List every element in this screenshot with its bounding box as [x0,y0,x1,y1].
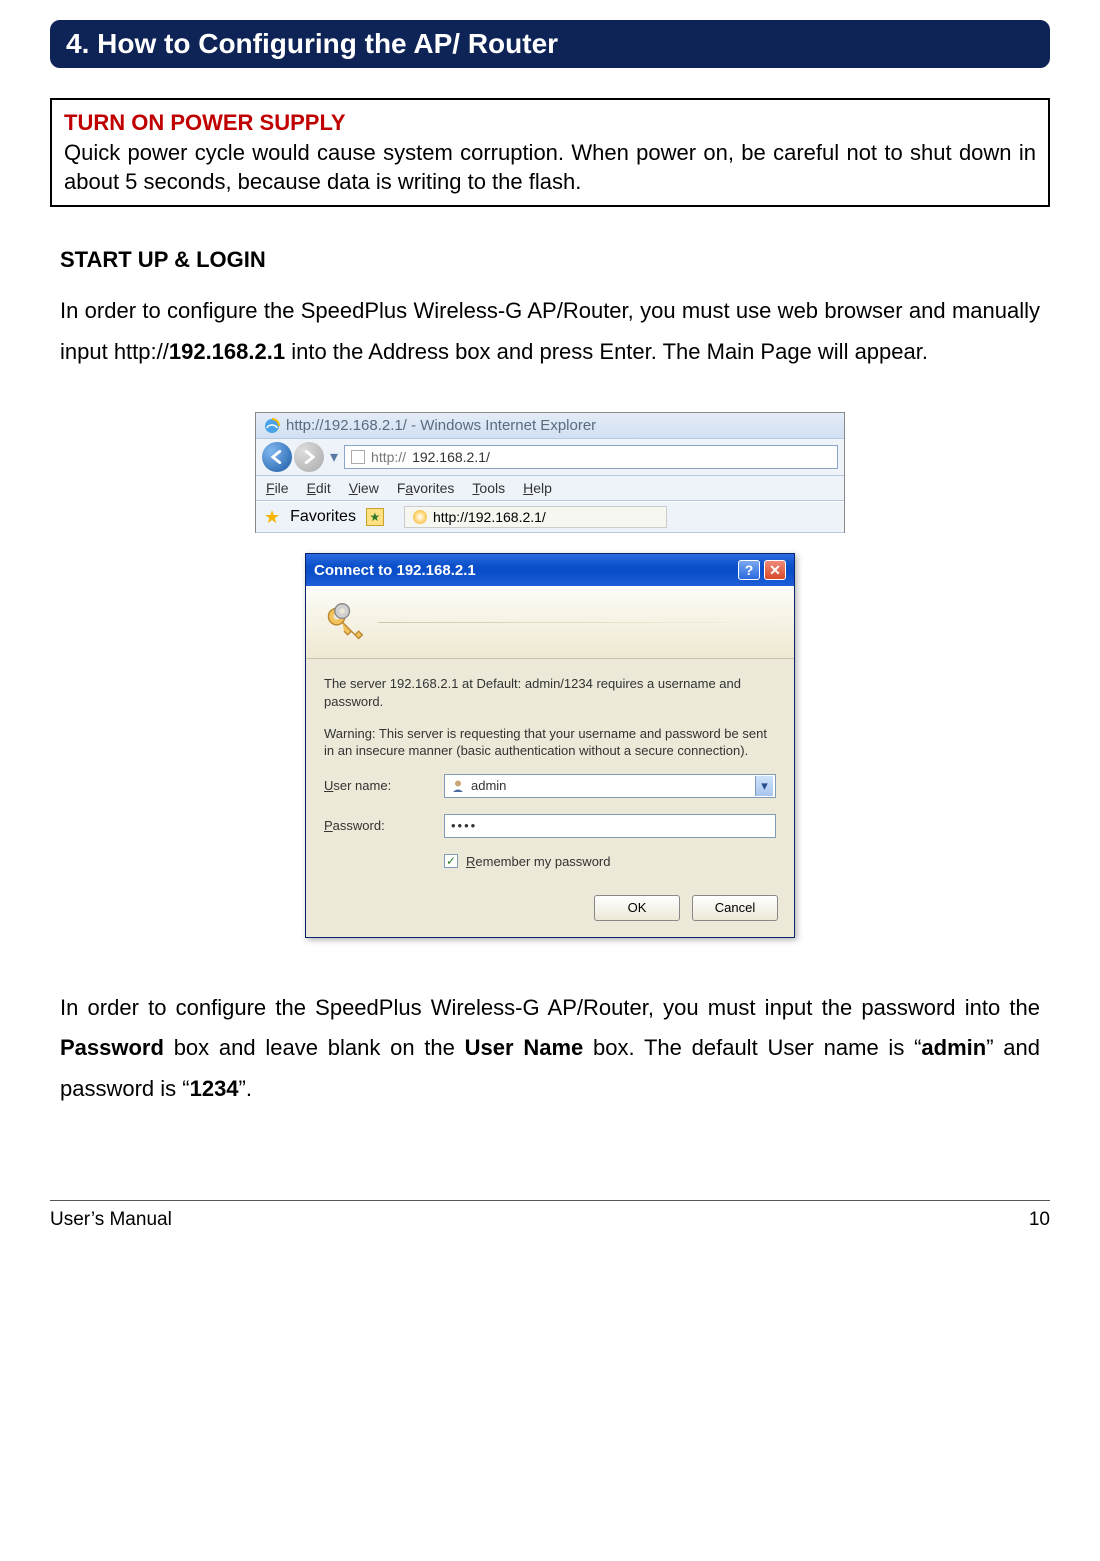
window-titlebar: http://192.168.2.1/ - Windows Internet E… [256,413,844,438]
screenshot-container: http://192.168.2.1/ - Windows Internet E… [60,412,1040,937]
back-button[interactable] [262,442,292,472]
banner-divider [378,622,778,623]
footer-divider [50,1200,1050,1201]
remember-row: ✓ Remember my password [444,854,776,869]
dropdown-arrow-icon[interactable]: ▾ [755,776,773,796]
page-icon [351,450,365,464]
ok-button[interactable]: OK [594,895,680,921]
person-icon [451,779,465,793]
chevron-down-icon[interactable]: ▾ [330,447,338,467]
dialog-body: The server 192.168.2.1 at Default: admin… [306,659,794,894]
menu-view[interactable]: View [349,480,379,496]
paragraph-intro: In order to configure the SpeedPlus Wire… [60,291,1040,372]
remember-label: Remember my password [466,854,611,869]
dialog-titlebar: Connect to 192.168.2.1 ? ✕ [306,554,794,586]
menu-tools[interactable]: Tools [472,480,505,496]
p2-password-bold: Password [60,1035,164,1060]
menu-bar: File Edit View Favorites Tools Help [256,476,844,501]
favorites-label: Favorites [290,508,356,526]
p2-admin-bold: admin [921,1035,986,1060]
username-value: admin [471,778,506,793]
nav-buttons [262,442,324,472]
address-value: 192.168.2.1/ [412,449,490,465]
username-label: User name: [324,778,444,793]
page-footer: User’s Manual 10 [50,1200,1050,1231]
warning-title: TURN ON POWER SUPPLY [64,108,1036,138]
arrow-left-icon [270,450,284,464]
browser-screenshot: http://192.168.2.1/ - Windows Internet E… [255,412,845,937]
star-icon[interactable]: ★ [264,507,280,528]
warning-box: TURN ON POWER SUPPLY Quick power cycle w… [50,98,1050,207]
dialog-message-2: Warning: This server is requesting that … [324,725,776,760]
menu-help[interactable]: Help [523,480,552,496]
remember-checkbox[interactable]: ✓ [444,854,458,868]
nav-toolbar: ▾ http:// 192.168.2.1/ [256,438,844,476]
para1-part-b: into the Address box and press Enter. Th… [285,339,928,364]
footer-left: User’s Manual [50,1209,172,1231]
dialog-title-text: Connect to 192.168.2.1 [314,562,476,579]
menu-edit[interactable]: Edit [307,480,331,496]
arrow-right-icon [302,450,316,464]
browser-chrome: http://192.168.2.1/ - Windows Internet E… [255,412,845,533]
p2-e: ”. [239,1076,252,1101]
password-row: Password: •••• [324,814,776,838]
password-label: Password: [324,818,444,833]
address-bar[interactable]: http:// 192.168.2.1/ [344,445,838,469]
address-prefix: http:// [371,449,406,465]
auth-dialog: Connect to 192.168.2.1 ? ✕ [305,553,795,937]
tab-label: http://192.168.2.1/ [433,509,546,525]
paragraph-credentials: In order to configure the SpeedPlus Wire… [60,988,1040,1110]
p2-a: In order to configure the SpeedPlus Wire… [60,995,1040,1020]
dialog-button-row: OK Cancel [306,895,794,937]
ip-address-text: 192.168.2.1 [169,339,285,364]
p2-username-bold: User Name [465,1035,584,1060]
window-title-text: http://192.168.2.1/ - Windows Internet E… [286,417,596,434]
close-button[interactable]: ✕ [764,560,786,580]
globe-icon [413,510,427,524]
username-row: User name: admin ▾ [324,774,776,798]
section-banner: 4. How to Configuring the AP/ Router [50,20,1050,68]
dialog-banner [306,586,794,659]
dialog-message-1: The server 192.168.2.1 at Default: admin… [324,675,776,710]
ie-icon [264,418,280,434]
menu-favorites[interactable]: Favorites [397,480,455,496]
p2-b: box and leave blank on the [164,1035,465,1060]
password-field[interactable]: •••• [444,814,776,838]
warning-body: Quick power cycle would cause system cor… [64,138,1036,197]
tab[interactable]: http://192.168.2.1/ [404,506,667,528]
p2-1234-bold: 1234 [190,1076,239,1101]
p2-c: box. The default User name is “ [583,1035,921,1060]
username-field[interactable]: admin ▾ [444,774,776,798]
subheading-start-login: START UP & LOGIN [60,247,1040,273]
dialog-title-buttons: ? ✕ [738,560,786,580]
page-number: 10 [1029,1209,1050,1231]
menu-file[interactable]: File [266,480,289,496]
password-value: •••• [451,818,477,833]
favorites-bar: ★ Favorites ★ http://192.168.2.1/ [256,501,844,533]
add-favorite-icon[interactable]: ★ [366,508,384,526]
help-button[interactable]: ? [738,560,760,580]
forward-button[interactable] [294,442,324,472]
keys-icon [322,600,366,644]
cancel-button[interactable]: Cancel [692,895,778,921]
